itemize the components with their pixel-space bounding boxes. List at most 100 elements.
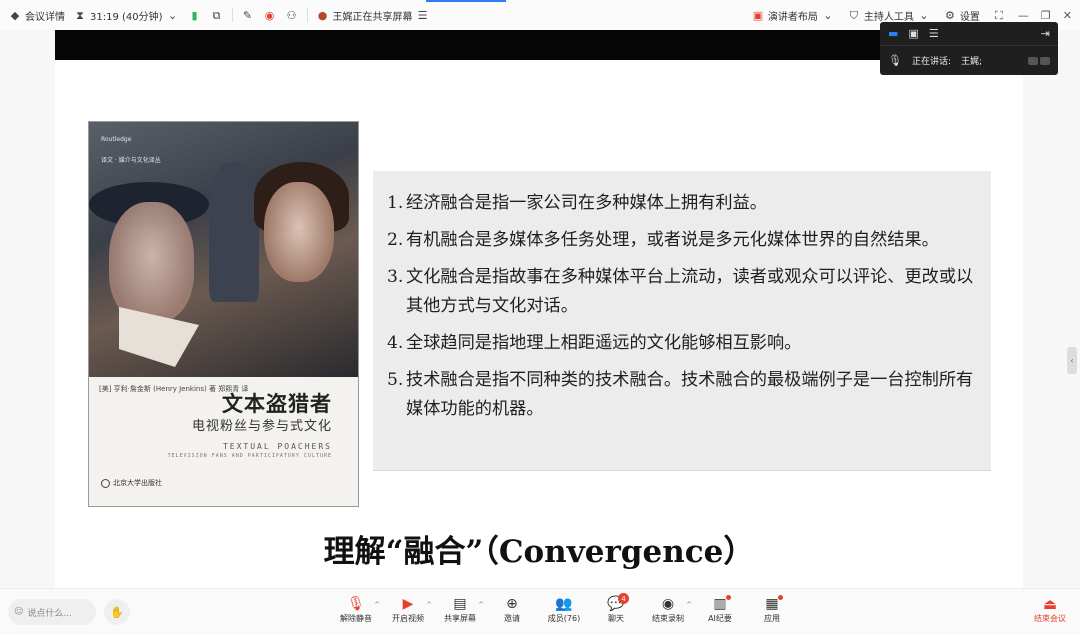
layout-icon: ▣ — [752, 8, 764, 22]
speaker-panel: ▬ ▣ ☰ ⇥ 🎙 正在讲话: 王娓; — [880, 22, 1058, 75]
toolbar-button-label: 应用 — [764, 614, 780, 623]
host-tools-label: 主持人工具 — [863, 11, 914, 23]
toolbar-button-label: 开启视频 — [392, 614, 424, 623]
toolbar-button-label: 共享屏幕 — [444, 614, 476, 623]
gear-icon: ⚙ — [944, 8, 955, 22]
list-view-icon[interactable]: ☰ — [929, 27, 939, 40]
definition-list: 1. 经济融合是指一家公司在多种媒体上拥有利益。 2. 有机融合是多媒体多任务处理，或… — [387, 189, 981, 424]
speaker-thumbnails — [1028, 56, 1050, 65]
slide-text-panel: 1. 经济融合是指一家公司在多种媒体上拥有利益。 2. 有机融合是多媒体多任务处理，或… — [373, 171, 991, 471]
invite-icon: ⊕ — [506, 596, 518, 612]
toolbar-button-camera-off[interactable]: ▶ ^ 开启视频 — [382, 595, 434, 624]
share-indicator — [426, 0, 506, 2]
ai-notes-icon: ▥ — [713, 596, 727, 612]
toolbar-button-record[interactable]: ◉ ^ 结束录制 — [642, 595, 694, 624]
item-text: 文化融合是指故事在多种媒体平台上流动，读者或观众可以评论、更改或以其他方式与文化… — [406, 267, 974, 316]
divider — [306, 8, 308, 22]
minimize-icon[interactable]: — — [1018, 9, 1029, 22]
item-number: 1. — [387, 193, 404, 213]
chevron-down-icon: ⌄ — [919, 8, 929, 22]
shield-icon: ⛉ — [849, 8, 859, 22]
chevron-up-icon[interactable]: ^ — [426, 601, 432, 609]
speaker-view-icon[interactable]: ▬ — [888, 27, 898, 40]
mic-icon: 🎙 — [888, 54, 902, 67]
book-publisher: Routledge — [101, 136, 132, 143]
toolbar-button-invite[interactable]: ⊕ 邀请 — [486, 595, 538, 624]
photo-collar — [119, 307, 199, 367]
slide-heading: 理解“融合”（Convergence） — [323, 534, 755, 570]
divider — [231, 8, 233, 22]
toolbar-button-apps[interactable]: ▦ 应用 — [746, 595, 798, 624]
settings-button[interactable]: ⚙ 设置 — [943, 8, 980, 23]
exit-icon: ⏏ — [1042, 595, 1058, 613]
chevron-up-icon[interactable]: ^ — [478, 601, 484, 609]
presentation-slide: Routledge 译文 · 媒介与文化译丛 [美] 亨利·詹金斯 (Henry… — [55, 60, 1023, 588]
side-panel-handle[interactable]: ‹ — [1067, 347, 1077, 374]
sharer-avatar: ● — [317, 8, 328, 22]
end-meeting-button[interactable]: ⏏ 结束会议 — [1034, 595, 1066, 624]
draw-icon[interactable]: ✎ — [241, 8, 255, 22]
remote-control-icon[interactable]: ⚇ — [285, 8, 299, 22]
toolbar-button-ai-notes[interactable]: ▥ AI纪要 — [694, 595, 746, 624]
close-icon[interactable]: ✕ — [1063, 9, 1072, 22]
menu-icon: ☰ — [417, 8, 428, 22]
slide-top-band — [55, 30, 1023, 60]
record-status-icon[interactable]: ◉ — [263, 8, 277, 22]
toolbar-button-label: 解除静音 — [340, 614, 372, 623]
window-view-icon[interactable]: ▣ — [908, 27, 918, 40]
host-tools-button[interactable]: ⛉ 主持人工具 ⌄ — [847, 8, 931, 23]
toolbar-button-label: 成员(76) — [547, 614, 581, 623]
toolbar-buttons: 🎙 ^ 解除静音 ▶ ^ 开启视频 ▤ ^ 共享屏幕 ⊕ 邀请 👥 成员(76) 💬 4 聊天 ◉ ^ 结束录制 ▥ A… — [330, 593, 798, 624]
item-number: 4. — [387, 333, 404, 353]
toolbar-button-chat[interactable]: 💬 4 聊天 — [590, 593, 642, 624]
book-cover: Routledge 译文 · 媒介与文化译丛 [美] 亨利·詹金斯 (Henry… — [88, 121, 359, 507]
share-screen-icon: ▤ — [453, 596, 467, 612]
fullscreen-icon[interactable]: ⛶ — [992, 8, 1006, 22]
collapse-icon[interactable]: ⇥ — [1041, 27, 1050, 40]
book-series: 译文 · 媒介与文化译丛 — [101, 157, 161, 164]
meeting-logo-icon: ◆ — [10, 8, 20, 22]
meeting-toolbar: ☺ 说点什么... ✋ 🎙 ^ 解除静音 ▶ ^ 开启视频 ▤ ^ 共享屏幕 ⊕ 邀请 👥 成员(76)… — [0, 588, 1080, 635]
speaker-name: 王娓; — [961, 57, 983, 67]
sharing-status-text: 王娓正在共享屏幕 — [332, 11, 413, 23]
signal-icon[interactable]: ▮ — [188, 8, 202, 22]
chevron-up-icon[interactable]: ^ — [686, 601, 692, 609]
toolbar-button-mic-muted[interactable]: 🎙 ^ 解除静音 — [330, 595, 382, 624]
apps-icon: ▦ — [765, 596, 779, 612]
settings-label: 设置 — [959, 11, 980, 23]
toolbar-button-members[interactable]: 👥 成员(76) — [538, 595, 590, 624]
press-logo-icon — [101, 478, 110, 488]
restore-icon[interactable]: ❐ — [1041, 9, 1051, 22]
item-number: 5. — [387, 370, 404, 390]
presenter-layout-label: 演讲者布局 — [767, 11, 818, 23]
timer-text: 31:19 (40分钟) — [90, 11, 163, 23]
toolbar-button-share-screen[interactable]: ▤ ^ 共享屏幕 — [434, 595, 486, 624]
definition-item: 3. 文化融合是指故事在多种媒体平台上流动，读者或观众可以评论、更改或以其他方式与… — [387, 263, 981, 321]
item-text: 经济融合是指一家公司在多种媒体上拥有利益。 — [406, 193, 767, 213]
toolbar-button-label: 结束录制 — [652, 614, 684, 623]
unread-badge: 4 — [618, 593, 629, 604]
photo-face — [109, 202, 194, 322]
chevron-down-icon: ⌄ — [823, 8, 833, 22]
item-number: 2. — [387, 230, 404, 250]
smile-icon: ☺ — [14, 607, 24, 617]
meeting-info-button[interactable]: ◆ 会议详情 — [8, 8, 65, 23]
chevron-up-icon[interactable]: ^ — [374, 601, 380, 609]
end-meeting-label: 结束会议 — [1034, 614, 1066, 623]
external-window-icon[interactable]: ⧉ — [210, 8, 224, 22]
definition-item: 5. 技术融合是指不同种类的技术融合。技术融合的最极端例子是一台控制所有媒体功能的… — [387, 366, 981, 424]
hourglass-icon: ⧗ — [76, 8, 84, 22]
photo-figure — [209, 162, 259, 302]
record-icon: ◉ — [661, 596, 675, 612]
raise-hand-button[interactable]: ✋ — [104, 599, 130, 625]
quick-chat-input[interactable]: ☺ 说点什么... — [8, 599, 96, 625]
sharing-status[interactable]: ● 王娓正在共享屏幕 ☰ — [316, 8, 430, 23]
toolbar-button-label: 邀请 — [504, 614, 520, 623]
hand-icon: ✋ — [110, 605, 124, 619]
presenter-layout-button[interactable]: ▣ 演讲者布局 ⌄ — [751, 8, 835, 23]
camera-off-icon: ▶ — [402, 596, 414, 612]
members-icon: 👥 — [555, 596, 573, 612]
item-text: 有机融合是多媒体多任务处理，或者说是多元化媒体世界的自然结果。 — [406, 230, 939, 250]
book-title: 文本盗猎者 — [222, 391, 332, 416]
meeting-timer[interactable]: ⧗ 31:19 (40分钟) ⌄ — [73, 8, 180, 23]
